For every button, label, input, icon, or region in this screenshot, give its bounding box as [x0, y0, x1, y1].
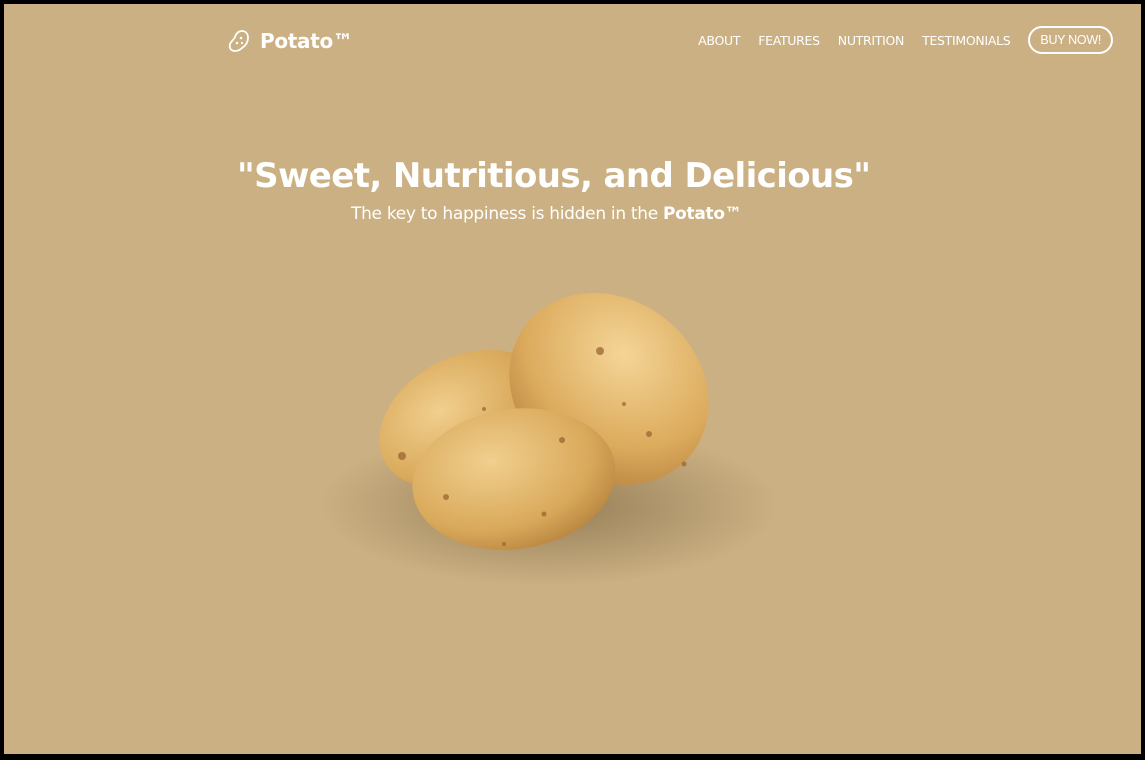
nav-features[interactable]: FEATURES	[758, 33, 820, 48]
hero-subline-brand: Potato™	[663, 204, 742, 224]
hero-subline: The key to happiness is hidden in the Po…	[351, 204, 742, 224]
nav-testimonials[interactable]: TESTIMONIALS	[922, 33, 1011, 48]
potatoes-image	[319, 293, 779, 586]
nav-about[interactable]: ABOUT	[698, 33, 740, 48]
brand-name: Potato™	[260, 29, 353, 53]
brand-logo[interactable]: Potato™	[226, 28, 353, 54]
buy-now-button[interactable]: BUY NOW!	[1028, 26, 1113, 54]
nav-nutrition[interactable]: NUTRITION	[838, 33, 905, 48]
main-nav: ABOUT FEATURES NUTRITION TESTIMONIALS BU…	[680, 26, 1113, 54]
page: Potato™ ABOUT FEATURES NUTRITION TESTIMO…	[4, 4, 1141, 754]
hero-subline-text: The key to happiness is hidden in the	[351, 204, 664, 224]
hero-headline: "Sweet, Nutritious, and Delicious"	[237, 156, 871, 196]
potato-icon	[228, 30, 249, 52]
